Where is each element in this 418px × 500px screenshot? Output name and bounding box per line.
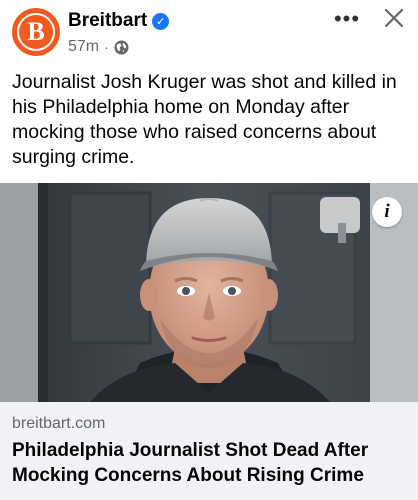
facebook-post: B Breitbart ✓ 57m · ••• Journalist Josh … xyxy=(0,0,418,500)
more-options-button[interactable]: ••• xyxy=(330,4,364,34)
info-icon[interactable]: i xyxy=(372,197,402,227)
page-name-link[interactable]: Breitbart ✓ xyxy=(68,10,170,32)
link-domain: breitbart.com xyxy=(12,415,106,432)
globe-icon xyxy=(114,39,129,55)
page-avatar[interactable]: B xyxy=(12,8,60,56)
page-name: Breitbart xyxy=(68,10,148,31)
portrait-photo xyxy=(0,183,418,402)
meta-separator: · xyxy=(104,39,109,55)
post-image[interactable]: i xyxy=(0,183,418,402)
avatar-logo-letter: B xyxy=(27,17,45,46)
timestamp-link[interactable]: 57m xyxy=(68,38,99,56)
link-preview-card[interactable]: breitbart.com Philadelphia Journalist Sh… xyxy=(0,402,418,500)
post-message: Journalist Josh Kruger was shot and kill… xyxy=(12,71,397,168)
close-icon[interactable] xyxy=(378,2,410,34)
post-meta: 57m · xyxy=(68,38,129,56)
verified-badge-icon: ✓ xyxy=(152,12,170,30)
link-headline: Philadelphia Journalist Shot Dead After … xyxy=(12,440,369,486)
avatar-ring: B xyxy=(17,13,55,51)
post-header: B Breitbart ✓ 57m · ••• xyxy=(0,0,418,66)
